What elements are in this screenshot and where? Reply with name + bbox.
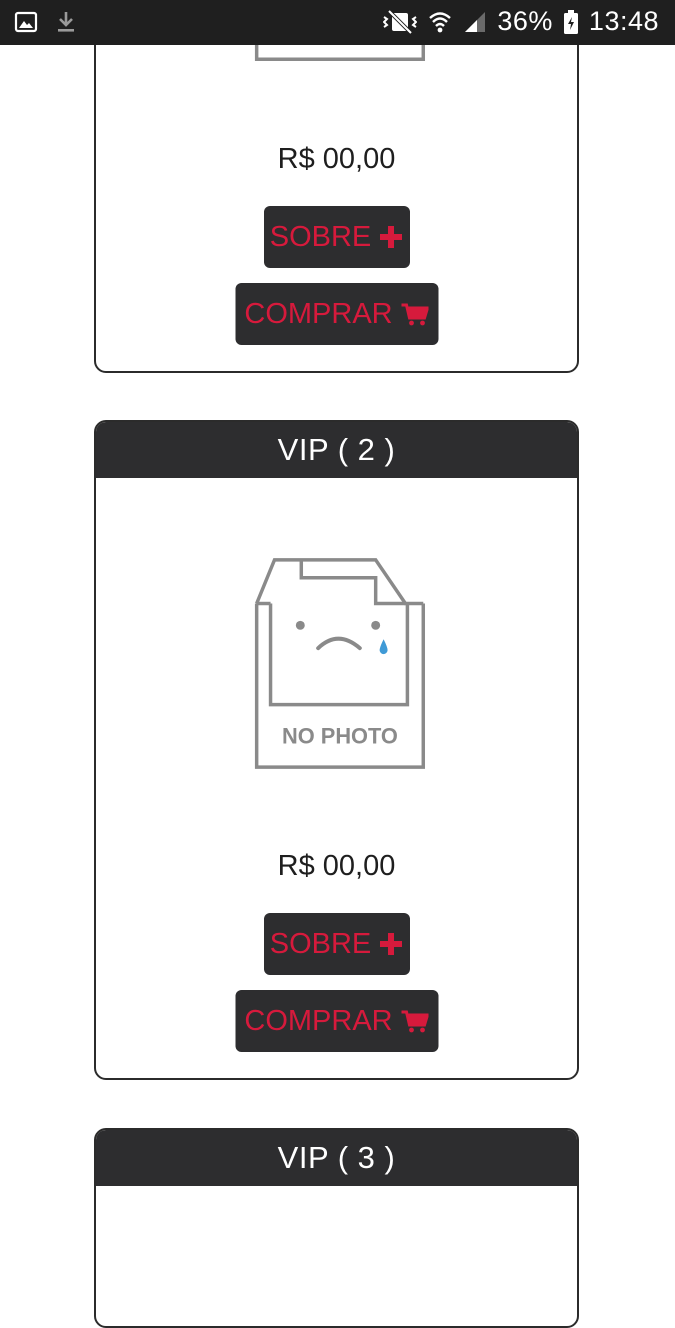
battery-charging-icon: [563, 9, 579, 35]
card-title: VIP ( 3 ): [96, 1130, 577, 1186]
comprar-label: COMPRAR: [244, 297, 393, 330]
wifi-icon: [427, 9, 453, 35]
price-label: R$ 00,00: [277, 850, 396, 882]
plus-icon: [379, 225, 403, 249]
sobre-label: SOBRE: [269, 220, 372, 253]
comprar-button[interactable]: COMPRAR: [235, 283, 438, 345]
sobre-button[interactable]: SOBRE: [263, 206, 410, 268]
comprar-label: COMPRAR: [244, 1004, 393, 1037]
product-card-vip-2: VIP ( 2 ) NO PHOTO R$ 00,00 SOBRE COMPRA…: [94, 420, 579, 1080]
download-notification-icon: [56, 10, 76, 34]
cart-icon: [401, 302, 429, 326]
comprar-button[interactable]: COMPRAR: [235, 990, 438, 1052]
vibrate-mute-icon: [383, 9, 418, 35]
sobre-button[interactable]: SOBRE: [263, 913, 410, 975]
plus-icon: [379, 932, 403, 956]
status-bar: 36% 13:48: [0, 0, 675, 45]
price-label: R$ 00,00: [277, 143, 396, 175]
signal-icon: [463, 10, 487, 34]
no-photo-image: NO PHOTO: [96, 557, 577, 772]
no-photo-text: NO PHOTO: [282, 723, 398, 748]
gallery-notification-icon: [14, 10, 38, 34]
card-title: VIP ( 2 ): [96, 422, 577, 478]
clock: 13:48: [588, 6, 659, 36]
product-card-vip-1: R$ 00,00 SOBRE COMPRAR: [94, 0, 579, 373]
sobre-label: SOBRE: [269, 927, 372, 960]
battery-percent: 36%: [497, 6, 553, 36]
product-card-vip-3: VIP ( 3 ): [94, 1128, 579, 1328]
cart-icon: [401, 1009, 429, 1033]
